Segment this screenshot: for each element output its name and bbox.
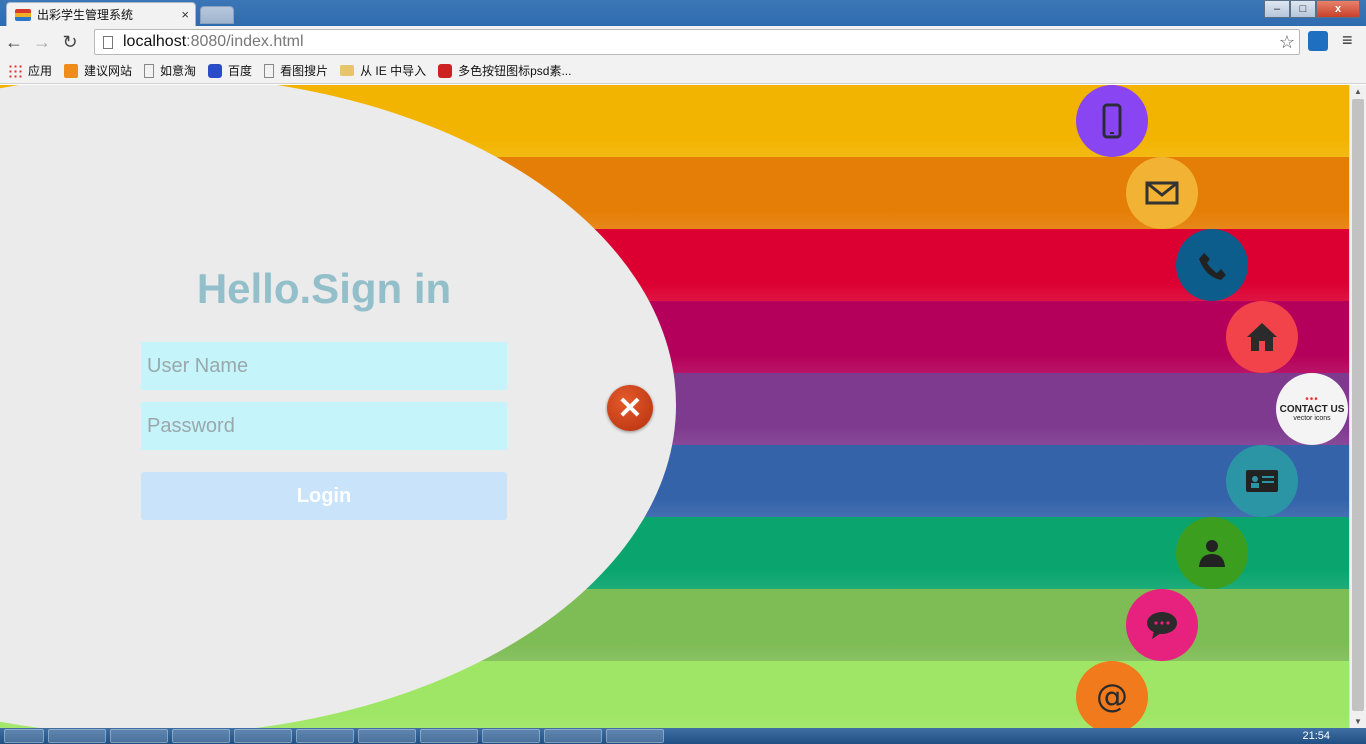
mail-icon[interactable]	[1126, 157, 1198, 229]
page-viewport: Hello.Sign in Login ✕ ••• CONTACT US vec…	[0, 85, 1349, 728]
login-heading: Hello.Sign in	[196, 265, 452, 312]
tab-favicon-icon	[15, 8, 31, 21]
bookmark-item[interactable]: 建议网站	[64, 62, 132, 79]
bookmark-label: 百度	[228, 64, 253, 78]
taskbar-app[interactable]	[420, 729, 478, 743]
user-icon[interactable]	[1176, 517, 1248, 589]
close-panel-icon[interactable]: ✕	[607, 385, 653, 431]
tab-close-icon[interactable]: ×	[181, 7, 189, 22]
taskbar-clock: 21:54	[1302, 730, 1330, 742]
apps-icon	[8, 63, 22, 78]
id-card-icon[interactable]	[1226, 445, 1298, 517]
paw-icon	[208, 63, 223, 78]
bookmarks-bar: 应用 建议网站 如意淘 百度 看图搜片 从 IE 中导入 多色按钮图标psd素.…	[0, 58, 1366, 84]
url-host: localhost	[123, 33, 187, 50]
browser-tab[interactable]: 出彩学生管理系统 ×	[6, 2, 196, 26]
forward-arrow-icon[interactable]: →	[28, 32, 56, 53]
doc-icon	[144, 63, 155, 78]
reload-icon[interactable]: ↻	[56, 32, 84, 53]
bookmark-label: 看图搜片	[280, 64, 329, 78]
taskbar-app[interactable]	[172, 729, 230, 743]
password-input[interactable]	[141, 402, 507, 450]
red-icon	[438, 63, 453, 78]
bulb-icon	[64, 63, 79, 78]
bookmark-label: 建议网站	[84, 64, 133, 78]
tab-title: 出彩学生管理系统	[37, 8, 134, 22]
start-button[interactable]	[4, 729, 44, 743]
at-sign-icon[interactable]: @	[1076, 661, 1148, 728]
contact-badge-subtitle: vector icons	[1293, 414, 1331, 422]
bookmark-item[interactable]: 如意淘	[144, 62, 196, 79]
telephone-icon[interactable]	[1176, 229, 1248, 301]
contact-badge-title: CONTACT US	[1279, 403, 1345, 415]
address-bar[interactable]: localhost:8080/index.html ☆	[94, 29, 1300, 55]
extension-icon[interactable]	[1308, 31, 1328, 51]
minimize-button[interactable]: –	[1264, 0, 1290, 18]
url-path: :8080/index.html	[186, 33, 304, 50]
browser-toolbar: ← → ↻ localhost:8080/index.html ☆ ≡	[0, 26, 1366, 58]
home-icon[interactable]	[1226, 301, 1298, 373]
window-controls: – □ x	[1264, 0, 1360, 18]
tab-strip: 出彩学生管理系统 × – □ x	[0, 0, 1366, 26]
bookmark-item[interactable]: 看图搜片	[264, 62, 328, 79]
taskbar-app[interactable]	[358, 729, 416, 743]
scroll-thumb[interactable]	[1352, 99, 1364, 711]
maximize-button[interactable]: □	[1290, 0, 1316, 18]
taskbar-app[interactable]	[482, 729, 540, 743]
username-input[interactable]	[141, 342, 507, 390]
scroll-up-icon[interactable]: ▲	[1354, 87, 1362, 96]
vertical-scrollbar[interactable]: ▲ ▼	[1349, 85, 1366, 728]
new-tab-button[interactable]	[200, 6, 234, 24]
taskbar-app[interactable]	[234, 729, 292, 743]
bookmark-label: 多色按钮图标psd素...	[458, 64, 572, 78]
dots-icon: •••	[1305, 393, 1319, 405]
menu-icon[interactable]: ≡	[1342, 30, 1353, 51]
taskbar-app[interactable]	[544, 729, 602, 743]
taskbar-app[interactable]	[606, 729, 664, 743]
bookmark-item[interactable]: 百度	[208, 62, 252, 79]
taskbar-app[interactable]	[296, 729, 354, 743]
bookmark-label: 从 IE 中导入	[360, 64, 427, 78]
contact-us-badge[interactable]: ••• CONTACT US vector icons	[1276, 373, 1348, 445]
chat-icon[interactable]	[1126, 589, 1198, 661]
back-arrow-icon[interactable]: ←	[0, 32, 28, 53]
bookmark-item[interactable]: 应用	[8, 62, 52, 79]
bookmark-label: 应用	[28, 64, 53, 78]
bookmark-label: 如意淘	[160, 64, 197, 78]
scroll-down-icon[interactable]: ▼	[1354, 717, 1362, 726]
folder-icon	[340, 65, 355, 76]
bookmark-item[interactable]: 多色按钮图标psd素...	[438, 62, 571, 79]
svg-text:@: @	[1096, 677, 1128, 715]
login-button[interactable]: Login	[141, 472, 507, 520]
doc-icon	[264, 63, 275, 78]
window-close-button[interactable]: x	[1316, 0, 1360, 18]
taskbar-app[interactable]	[48, 729, 106, 743]
os-taskbar: 21:54	[0, 728, 1366, 744]
taskbar-app[interactable]	[110, 729, 168, 743]
bookmark-item[interactable]: 从 IE 中导入	[340, 62, 426, 79]
phone-icon[interactable]	[1076, 85, 1148, 157]
bookmark-star-icon[interactable]: ☆	[1279, 32, 1295, 53]
page-icon	[103, 35, 113, 49]
